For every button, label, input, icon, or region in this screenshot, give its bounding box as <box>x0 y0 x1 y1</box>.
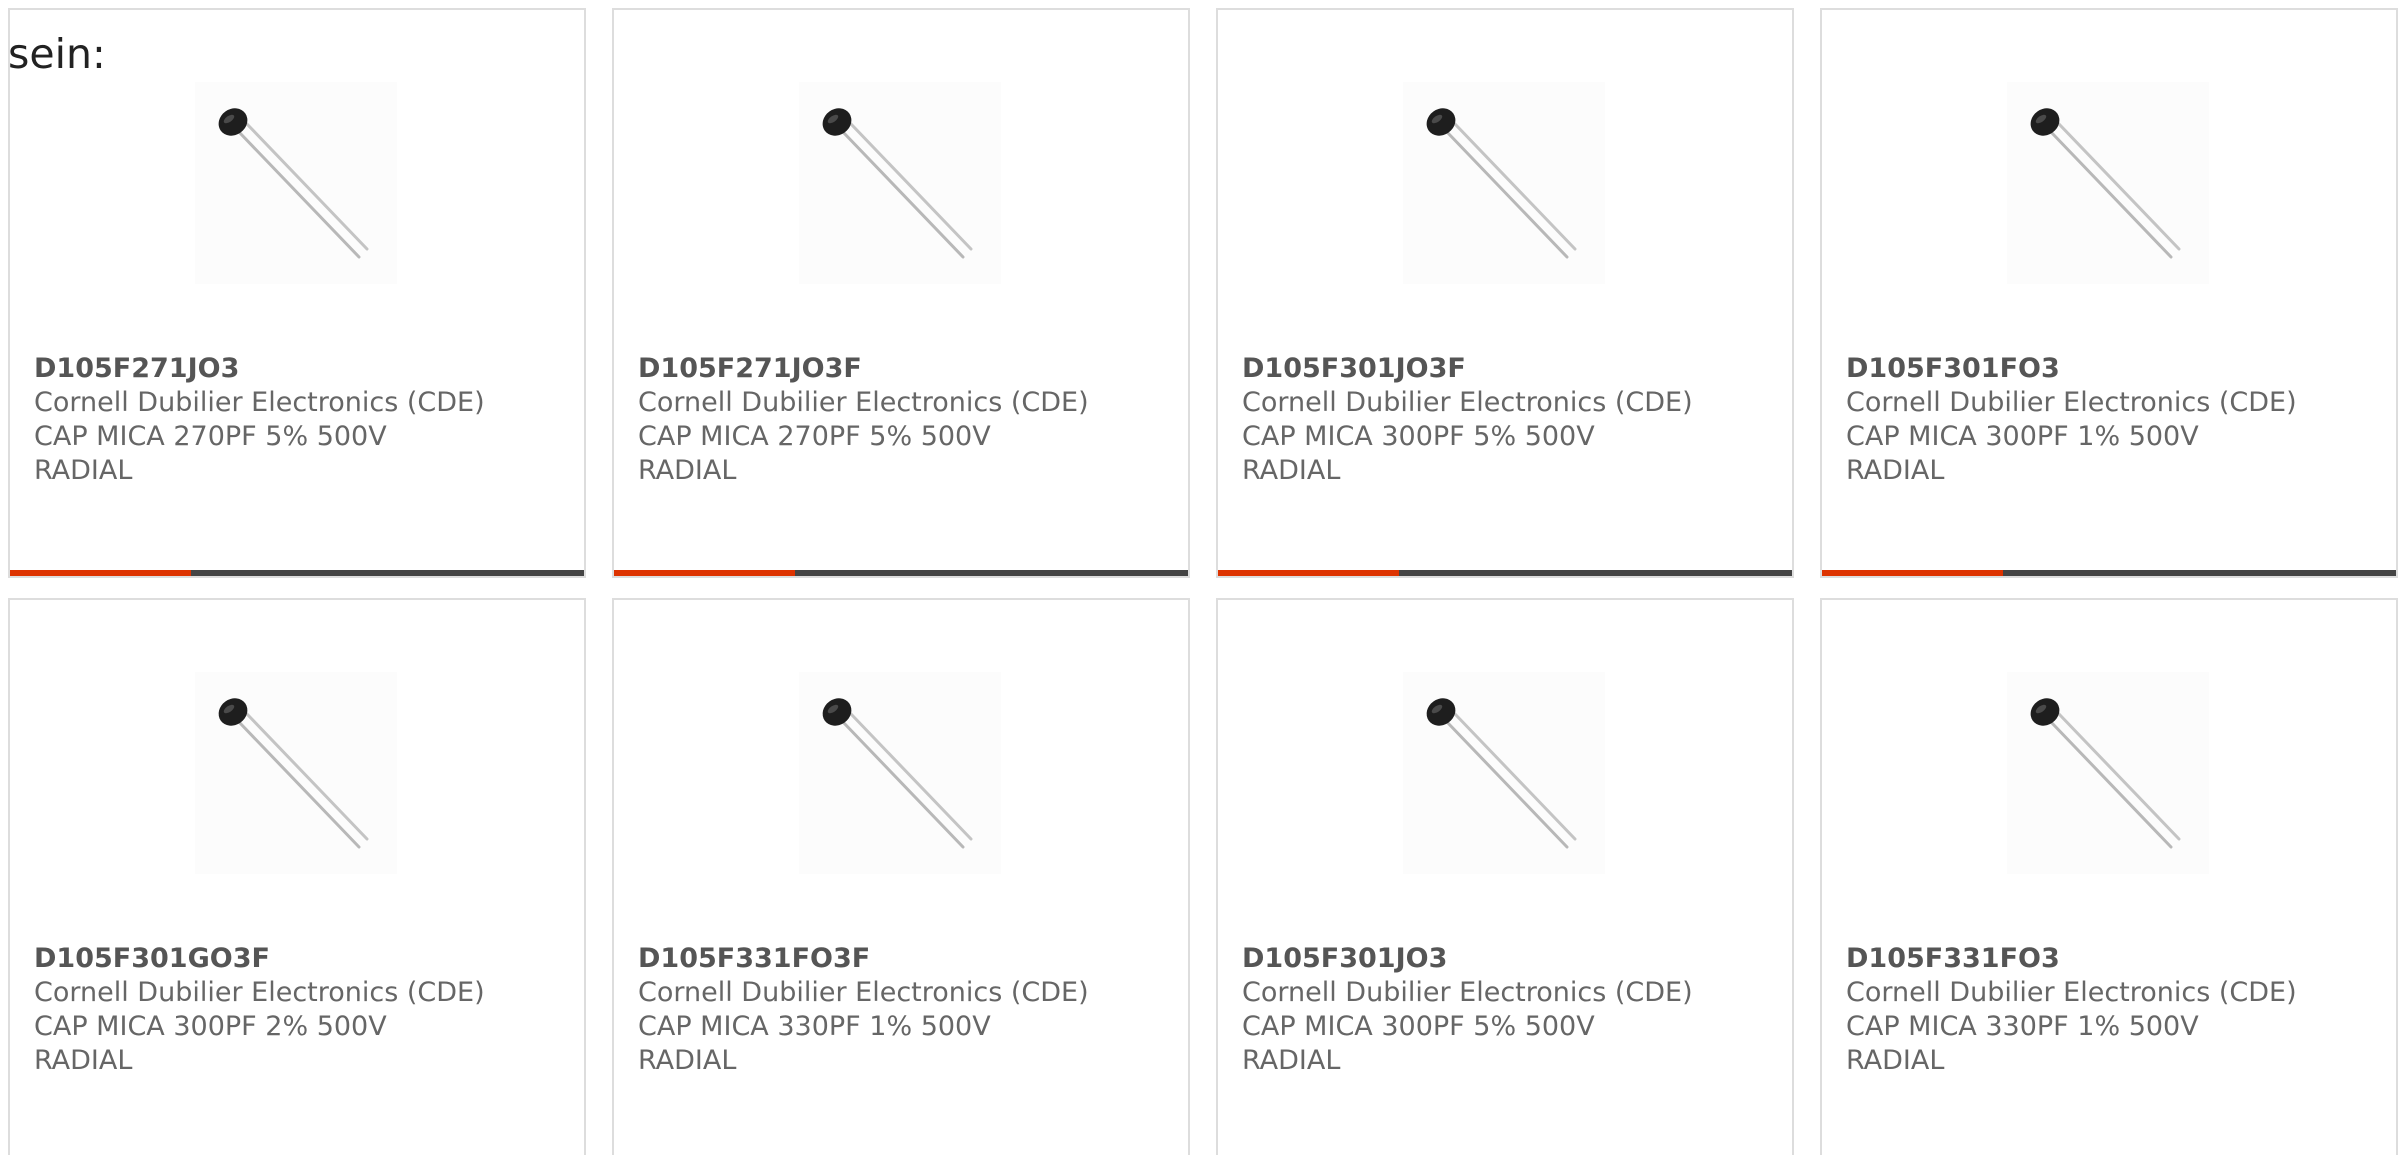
radial-capacitor-icon <box>1426 698 1577 849</box>
product-grid: D105F271JO3 Cornell Dubilier Electronics… <box>8 8 2400 1155</box>
package-type: RADIAL <box>638 455 737 486</box>
product-info: D105F271JO3F Cornell Dubilier Electronic… <box>638 352 1158 488</box>
description: CAP MICA 270PF 5% 500V <box>34 421 387 452</box>
product-info: D105F301JO3 Cornell Dubilier Electronics… <box>1242 942 1762 1078</box>
manufacturer: Cornell Dubilier Electronics (CDE) <box>1242 977 1693 1008</box>
product-info: D105F331FO3F Cornell Dubilier Electronic… <box>638 942 1158 1078</box>
product-card[interactable]: D105F331FO3F Cornell Dubilier Electronic… <box>612 598 1190 1155</box>
radial-capacitor-icon <box>2030 108 2181 259</box>
product-image[interactable] <box>1403 82 1605 284</box>
product-info: D105F301GO3F Cornell Dubilier Electronic… <box>34 942 554 1078</box>
radial-capacitor-icon <box>218 698 369 849</box>
description: CAP MICA 300PF 5% 500V <box>1242 1011 1595 1042</box>
product-card[interactable]: D105F301JO3F Cornell Dubilier Electronic… <box>1216 8 1794 578</box>
manufacturer: Cornell Dubilier Electronics (CDE) <box>638 977 1089 1008</box>
card-indicator-bar <box>614 570 1188 576</box>
product-card[interactable]: D105F301GO3F Cornell Dubilier Electronic… <box>8 598 586 1155</box>
description: CAP MICA 270PF 5% 500V <box>638 421 991 452</box>
product-image[interactable] <box>195 82 397 284</box>
product-info: D105F301FO3 Cornell Dubilier Electronics… <box>1846 352 2366 488</box>
package-type: RADIAL <box>1846 1045 1945 1076</box>
card-indicator-fill <box>10 570 191 576</box>
part-number[interactable]: D105F331FO3F <box>638 942 1158 976</box>
package-type: RADIAL <box>34 455 133 486</box>
part-number[interactable]: D105F301JO3 <box>1242 942 1762 976</box>
manufacturer: Cornell Dubilier Electronics (CDE) <box>638 387 1089 418</box>
part-number[interactable]: D105F301GO3F <box>34 942 554 976</box>
product-card[interactable]: D105F271JO3 Cornell Dubilier Electronics… <box>8 8 586 578</box>
product-card[interactable]: D105F301JO3 Cornell Dubilier Electronics… <box>1216 598 1794 1155</box>
product-info: D105F301JO3F Cornell Dubilier Electronic… <box>1242 352 1762 488</box>
product-image[interactable] <box>2007 672 2209 874</box>
package-type: RADIAL <box>1242 1045 1341 1076</box>
description: CAP MICA 330PF 1% 500V <box>638 1011 991 1042</box>
part-number[interactable]: D105F301FO3 <box>1846 352 2366 386</box>
product-image[interactable] <box>2007 82 2209 284</box>
radial-capacitor-icon <box>2030 698 2181 849</box>
package-type: RADIAL <box>34 1045 133 1076</box>
manufacturer: Cornell Dubilier Electronics (CDE) <box>34 387 485 418</box>
manufacturer: Cornell Dubilier Electronics (CDE) <box>1242 387 1693 418</box>
card-indicator-fill <box>1218 570 1399 576</box>
product-info: D105F331FO3 Cornell Dubilier Electronics… <box>1846 942 2366 1078</box>
description: CAP MICA 300PF 1% 500V <box>1846 421 2199 452</box>
part-number[interactable]: D105F301JO3F <box>1242 352 1762 386</box>
radial-capacitor-icon <box>822 698 973 849</box>
package-type: RADIAL <box>638 1045 737 1076</box>
part-number[interactable]: D105F271JO3 <box>34 352 554 386</box>
product-image[interactable] <box>799 672 1001 874</box>
product-card[interactable]: D105F301FO3 Cornell Dubilier Electronics… <box>1820 8 2398 578</box>
description: CAP MICA 300PF 2% 500V <box>34 1011 387 1042</box>
product-image[interactable] <box>195 672 397 874</box>
radial-capacitor-icon <box>218 108 369 259</box>
part-number[interactable]: D105F331FO3 <box>1846 942 2366 976</box>
card-indicator-bar <box>1218 570 1792 576</box>
card-indicator-fill <box>1822 570 2003 576</box>
package-type: RADIAL <box>1242 455 1341 486</box>
product-image[interactable] <box>1403 672 1605 874</box>
package-type: RADIAL <box>1846 455 1945 486</box>
manufacturer: Cornell Dubilier Electronics (CDE) <box>34 977 485 1008</box>
radial-capacitor-icon <box>822 108 973 259</box>
manufacturer: Cornell Dubilier Electronics (CDE) <box>1846 977 2297 1008</box>
card-indicator-bar <box>1822 570 2396 576</box>
part-number[interactable]: D105F271JO3F <box>638 352 1158 386</box>
intro-text: sein: <box>8 30 106 78</box>
product-image[interactable] <box>799 82 1001 284</box>
card-indicator-bar <box>10 570 584 576</box>
manufacturer: Cornell Dubilier Electronics (CDE) <box>1846 387 2297 418</box>
radial-capacitor-icon <box>1426 108 1577 259</box>
description: CAP MICA 300PF 5% 500V <box>1242 421 1595 452</box>
product-card[interactable]: D105F271JO3F Cornell Dubilier Electronic… <box>612 8 1190 578</box>
description: CAP MICA 330PF 1% 500V <box>1846 1011 2199 1042</box>
product-info: D105F271JO3 Cornell Dubilier Electronics… <box>34 352 554 488</box>
card-indicator-fill <box>614 570 795 576</box>
product-card[interactable]: D105F331FO3 Cornell Dubilier Electronics… <box>1820 598 2398 1155</box>
